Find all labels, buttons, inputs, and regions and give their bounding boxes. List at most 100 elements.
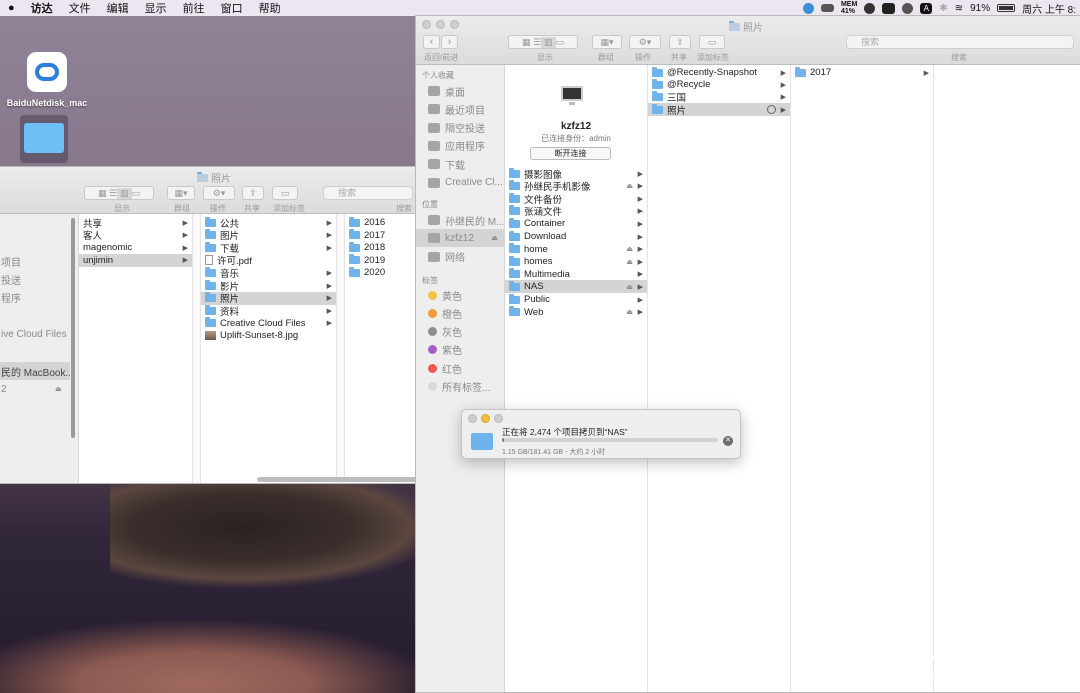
list-item[interactable]: Container ▶ <box>505 217 647 230</box>
list-item[interactable]: 2016 <box>345 216 415 229</box>
list-item[interactable]: 文件备份 ▶ <box>505 192 647 206</box>
wechat-icon[interactable] <box>882 2 896 14</box>
list-item[interactable]: 2017 ▶ <box>791 66 933 79</box>
sidebar-item[interactable]: 桌面 <box>416 82 504 100</box>
eject-icon[interactable]: ⏏ <box>626 245 633 253</box>
list-item[interactable]: NAS ⏏ ▶ <box>505 280 647 294</box>
action-gear-button[interactable]: ⚙▾ <box>629 35 661 49</box>
list-item[interactable]: 孙继民手机影像 ⏏ ▶ <box>505 180 647 193</box>
search-input[interactable]: 搜索 <box>323 186 413 200</box>
list-item[interactable]: homes ⏏ ▶ <box>505 255 647 268</box>
sidebar-item[interactable]: 网络 <box>416 248 504 266</box>
search-input[interactable]: 搜索 <box>846 35 1074 49</box>
list-item[interactable]: 照片 ▶ <box>201 291 336 305</box>
desktop-icon-baidunetdisk[interactable]: BaiduNetdisk_mac <box>4 52 90 108</box>
list-item[interactable]: 摄影图像 ▶ <box>505 167 647 181</box>
list-item[interactable]: 张涵文件 ▶ <box>505 205 647 218</box>
sidebar-item[interactable]: 紫色 <box>416 341 504 359</box>
eject-icon[interactable]: ⏏ <box>626 182 633 190</box>
menu-window[interactable]: 窗口 <box>213 0 251 16</box>
sidebar-item[interactable]: 所有标签... <box>416 378 504 396</box>
group-button[interactable]: ▦▾ <box>167 186 195 200</box>
cloud-sync-icon[interactable] <box>820 4 834 12</box>
input-method-icon[interactable]: A <box>920 2 933 14</box>
close-button[interactable] <box>422 20 431 29</box>
close-button[interactable] <box>468 414 477 423</box>
column-divider[interactable] <box>193 214 201 483</box>
list-item[interactable]: Web ⏏ ▶ <box>505 306 647 319</box>
add-tag-button[interactable]: ▭ <box>272 186 298 200</box>
menu-help[interactable]: 帮助 <box>251 0 289 16</box>
eject-icon[interactable]: ⏏ <box>626 283 633 291</box>
view-mode-selector[interactable]: ▦ ☰ ▥ ▭ <box>508 35 578 49</box>
view-mode-selector[interactable]: ▦ ☰ ▥ ▭ <box>84 186 154 200</box>
back-button[interactable]: ‹ <box>423 35 440 49</box>
sidebar-item[interactable]: Creative Cl... <box>416 174 504 192</box>
list-item[interactable]: 照片 ▶ <box>648 103 790 117</box>
list-item[interactable]: 许可.pdf <box>201 254 336 267</box>
clock[interactable]: 周六 上午 8: <box>1022 1 1076 16</box>
apple-menu-icon[interactable]: ● <box>0 2 23 14</box>
column-divider[interactable] <box>337 214 345 483</box>
desktop-icon-folder[interactable] <box>20 115 68 163</box>
list-item[interactable]: Creative Cloud Files ▶ <box>201 317 336 330</box>
sidebar-item-applications[interactable]: 程序 <box>0 288 78 306</box>
add-tag-button[interactable]: ▭ <box>699 35 725 49</box>
forward-button[interactable]: › <box>441 35 458 49</box>
qq-icon[interactable] <box>802 2 814 14</box>
sidebar-item-recents[interactable]: 项目 <box>0 252 78 270</box>
zoom-button[interactable] <box>450 20 459 29</box>
sidebar-item-macbook[interactable]: 民的 MacBook... <box>0 362 70 380</box>
list-item[interactable]: 公共 ▶ <box>201 216 336 230</box>
sidebar-item[interactable]: 下载 <box>416 155 504 173</box>
eject-icon[interactable]: ⏏ <box>626 308 633 316</box>
list-item[interactable]: Public ▶ <box>505 293 647 306</box>
menu-go[interactable]: 前往 <box>175 0 213 16</box>
messenger-icon[interactable] <box>902 2 914 14</box>
list-item[interactable]: 2020 <box>345 266 415 279</box>
list-item[interactable]: 下载 ▶ <box>201 241 336 255</box>
share-button[interactable]: ⇪ <box>669 35 691 49</box>
sidebar-item-airdrop[interactable]: 投送 <box>0 270 78 288</box>
list-item[interactable]: Download ▶ <box>505 230 647 243</box>
list-item[interactable]: 2019 <box>345 254 415 267</box>
action-gear-button[interactable]: ⚙▾ <box>203 186 235 200</box>
list-item[interactable]: Uplift-Sunset-8.jpg <box>201 329 336 342</box>
group-button[interactable]: ▦▾ <box>592 35 622 49</box>
cancel-copy-button[interactable]: ✕ <box>723 436 733 446</box>
menu-edit[interactable]: 编辑 <box>99 0 137 16</box>
wifi-icon[interactable]: ≋ <box>955 3 963 14</box>
list-item[interactable]: Multimedia ▶ <box>505 268 647 281</box>
list-item[interactable]: 图片 ▶ <box>201 229 336 242</box>
battery-percent[interactable]: 91% <box>970 3 990 14</box>
sidebar-item[interactable]: 灰色 <box>416 323 504 341</box>
minimize-button[interactable] <box>436 20 445 29</box>
sidebar-item-creative-cloud[interactable]: ive Cloud Files <box>0 325 78 343</box>
sidebar-item-server[interactable]: 2 ⏏ <box>0 380 78 398</box>
list-item[interactable]: magenomic ▶ <box>79 241 192 254</box>
list-item[interactable]: unjimin ▶ <box>79 253 192 267</box>
sidebar-item[interactable]: 红色 <box>416 359 504 377</box>
zoom-button[interactable] <box>494 414 503 423</box>
list-item[interactable]: 2017 <box>345 229 415 242</box>
list-item[interactable]: 影片 ▶ <box>201 279 336 293</box>
minimize-button[interactable] <box>481 414 490 423</box>
sidebar-item[interactable]: 应用程序 <box>416 137 504 155</box>
menu-finder[interactable]: 访达 <box>23 0 61 16</box>
sidebar-item[interactable]: 最近项目 <box>416 100 504 118</box>
sidebar-item[interactable]: 橙色 <box>416 304 504 322</box>
battery-icon[interactable] <box>997 4 1016 12</box>
sidebar-scrollbar[interactable] <box>71 218 75 438</box>
list-item[interactable]: 2018 <box>345 241 415 254</box>
list-item[interactable]: 音乐 ▶ <box>201 266 336 280</box>
eject-icon[interactable]: ⏏ <box>55 385 62 393</box>
share-button[interactable]: ⇪ <box>242 186 264 200</box>
record-icon[interactable] <box>864 2 876 14</box>
sidebar-item[interactable]: kzfz12 ⏏ <box>416 229 504 248</box>
horizontal-scrollbar[interactable] <box>257 477 415 482</box>
list-item[interactable]: @Recently-Snapshot ▶ <box>648 66 790 79</box>
list-item[interactable]: 资料 ▶ <box>201 304 336 318</box>
menu-view[interactable]: 显示 <box>137 0 175 16</box>
list-item[interactable]: home ⏏ ▶ <box>505 243 647 256</box>
list-item[interactable]: 客人 ▶ <box>79 229 192 242</box>
